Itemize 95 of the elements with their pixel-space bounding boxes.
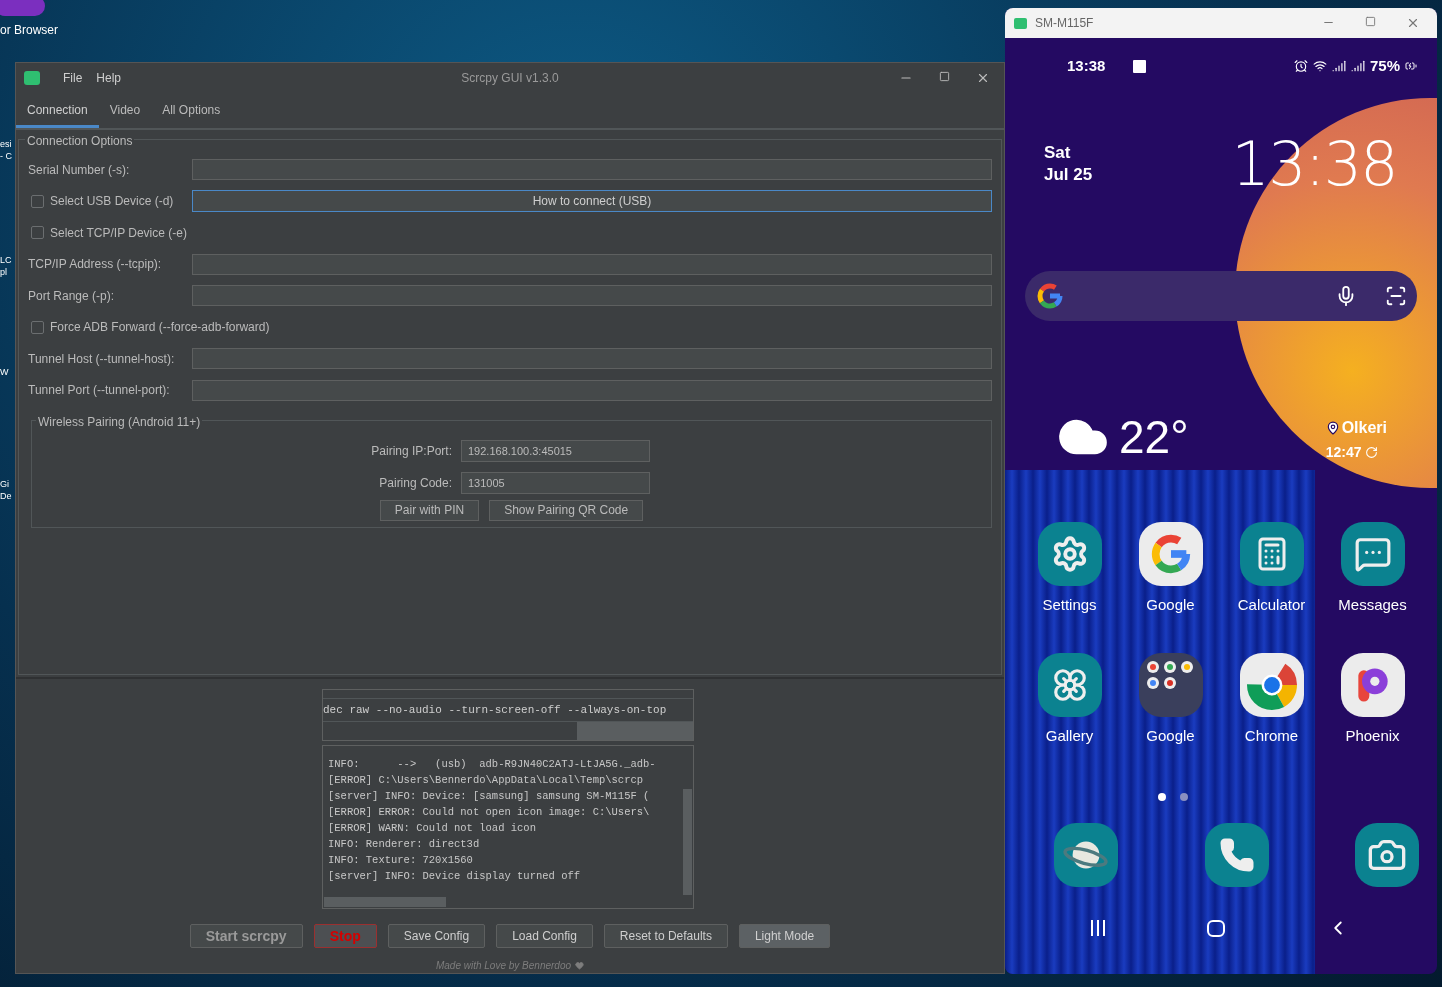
phone-icon[interactable] bbox=[1204, 823, 1269, 887]
scrollbar-thumb[interactable] bbox=[324, 897, 446, 907]
signal-icon bbox=[1350, 59, 1365, 73]
search-bar[interactable] bbox=[1025, 271, 1417, 321]
window-title: Scrcpy GUI v1.3.0 bbox=[461, 69, 559, 87]
app-label[interactable]: Calculator bbox=[1237, 594, 1306, 617]
planet-icon[interactable] bbox=[1054, 823, 1118, 887]
p-logo-icon[interactable] bbox=[1340, 652, 1405, 717]
help-button[interactable]: How to connect (USB) bbox=[192, 190, 992, 213]
desktop-icon-label[interactable]: W bbox=[0, 366, 15, 378]
field-label: TCP/IP Address (--tcpip): bbox=[28, 256, 163, 274]
input-field[interactable]: 192.168.100.3:45015 bbox=[461, 439, 650, 462]
action-button[interactable]: Load Config bbox=[496, 924, 593, 948]
input-field[interactable] bbox=[192, 159, 992, 181]
app-label[interactable]: Settings bbox=[1042, 594, 1097, 617]
camera-icon[interactable] bbox=[1355, 823, 1419, 887]
desktop-icon-label[interactable]: - C bbox=[0, 150, 15, 162]
log-line: INFO: Texture: 720x1560 bbox=[328, 853, 474, 868]
recent-apps-icon[interactable] bbox=[1091, 920, 1105, 936]
log-line: INFO: --> (usb) adb-R9JN40C2ATJ-LtJA5G._adb- bbox=[328, 757, 657, 772]
desktop-icon-label[interactable]: pl bbox=[0, 266, 15, 278]
heart-icon bbox=[575, 961, 585, 970]
temperature-text: 22° bbox=[1119, 414, 1189, 460]
checkbox-label[interactable]: Select TCP/IP Device (-e) bbox=[50, 223, 187, 242]
checkbox-label[interactable]: Select USB Device (-d) bbox=[50, 192, 174, 211]
app-label[interactable]: Phoenix bbox=[1345, 724, 1400, 747]
battery-level: 75% bbox=[1369, 55, 1400, 76]
close-icon[interactable] bbox=[1406, 16, 1420, 30]
log-line: [ERROR] C:\Users\Bennerdo\AppData\Local\Temp\scrcp bbox=[328, 773, 645, 788]
log-line: [ERROR] WARN: Could not load icon bbox=[328, 821, 537, 836]
weather-updated-time: 12:47 bbox=[1325, 442, 1362, 462]
desktop-icon-label[interactable]: De bbox=[0, 490, 15, 502]
scrollbar-thumb[interactable] bbox=[577, 722, 693, 740]
input-field[interactable] bbox=[192, 379, 992, 401]
action-button[interactable]: Reset to Defaults bbox=[603, 924, 728, 948]
app-label[interactable]: Messages bbox=[1338, 594, 1407, 617]
log-line: [server] INFO: Device display turned off bbox=[328, 869, 582, 884]
app-label[interactable]: Google bbox=[1146, 594, 1195, 617]
tab[interactable]: All Options bbox=[151, 95, 232, 128]
status-time: 13:38 bbox=[1067, 55, 1106, 76]
tab[interactable]: Video bbox=[98, 95, 152, 128]
desktop-icon-label[interactable]: esi bbox=[0, 138, 15, 150]
wifi-icon bbox=[1312, 59, 1327, 73]
checkbox-label[interactable]: Force ADB Forward (--force-adb-forward) bbox=[50, 318, 270, 337]
alarm-icon bbox=[1293, 59, 1308, 73]
pair-button[interactable]: Show Pairing QR Code bbox=[489, 499, 644, 521]
menu-item[interactable]: File bbox=[56, 68, 90, 87]
tab[interactable]: Connection bbox=[16, 95, 99, 128]
calculator-icon[interactable] bbox=[1239, 522, 1304, 586]
app-logo-icon bbox=[24, 70, 40, 85]
refresh-icon bbox=[1365, 445, 1379, 459]
checkbox[interactable] bbox=[31, 320, 44, 334]
field-label: Serial Number (-s): bbox=[28, 161, 131, 179]
app-label[interactable]: Gallery bbox=[1045, 724, 1094, 747]
input-field[interactable] bbox=[192, 285, 992, 307]
log-line: [ERROR] ERROR: Could not open icon image: C:\Users\ bbox=[328, 805, 651, 820]
pair-button[interactable]: Pair with PIN bbox=[379, 499, 480, 521]
date-text: Sat bbox=[1044, 142, 1072, 164]
date-text: Jul 25 bbox=[1044, 164, 1093, 186]
desktop-icon-label[interactable]: Gi bbox=[0, 478, 15, 490]
log-line: [server] INFO: Device: [samsung] samsung SM-M115F ( bbox=[328, 789, 651, 804]
command-text: dec raw --no-audio --turn-screen-off --always-on-top bbox=[323, 698, 693, 722]
log-line: INFO: Renderer: direct3d bbox=[328, 837, 481, 852]
gear-icon[interactable] bbox=[1037, 522, 1102, 586]
home-icon[interactable] bbox=[1207, 919, 1225, 937]
desktop-icon-label[interactable]: LC bbox=[0, 254, 15, 266]
action-button[interactable]: Save Config bbox=[387, 924, 486, 948]
field-label: Port Range (-p): bbox=[28, 287, 116, 305]
field-label: Pairing Code: bbox=[378, 474, 453, 492]
field-label: Tunnel Host (--tunnel-host): bbox=[28, 350, 176, 368]
signal-icon bbox=[1331, 59, 1346, 73]
location-text: Olkeri bbox=[1341, 417, 1387, 438]
field-label: Tunnel Port (--tunnel-port): bbox=[28, 382, 171, 400]
menu-item[interactable]: Help bbox=[89, 68, 129, 87]
scrollbar-thumb[interactable] bbox=[683, 789, 692, 895]
field-label: Pairing IP:Port: bbox=[370, 442, 453, 460]
google-icon[interactable] bbox=[1138, 522, 1203, 586]
input-field[interactable]: 131005 bbox=[461, 471, 650, 494]
action-button[interactable]: Light Mode bbox=[738, 924, 831, 948]
app-label[interactable]: Google bbox=[1146, 724, 1195, 747]
chat-bubble-icon[interactable] bbox=[1340, 522, 1405, 586]
app-logo-icon bbox=[1014, 17, 1027, 29]
checkbox[interactable] bbox=[31, 226, 44, 240]
input-field[interactable] bbox=[192, 348, 992, 370]
google-logo-icon bbox=[1035, 281, 1065, 311]
battery-charging-icon bbox=[1405, 60, 1417, 72]
desktop-icon-label[interactable]: or Browser bbox=[0, 24, 58, 36]
app-label[interactable]: Chrome bbox=[1244, 724, 1299, 747]
footer-text: Made with Love by Bennerdoo bbox=[435, 959, 572, 973]
input-field[interactable] bbox=[192, 253, 992, 275]
location-pin-icon bbox=[1325, 420, 1340, 435]
checkbox[interactable] bbox=[31, 194, 44, 208]
command-preview-field[interactable]: dec raw --no-audio --turn-screen-off --always-on-top bbox=[322, 689, 694, 741]
lens-icon[interactable] bbox=[1385, 285, 1407, 307]
window-title: SM-M115F bbox=[1035, 15, 1094, 32]
